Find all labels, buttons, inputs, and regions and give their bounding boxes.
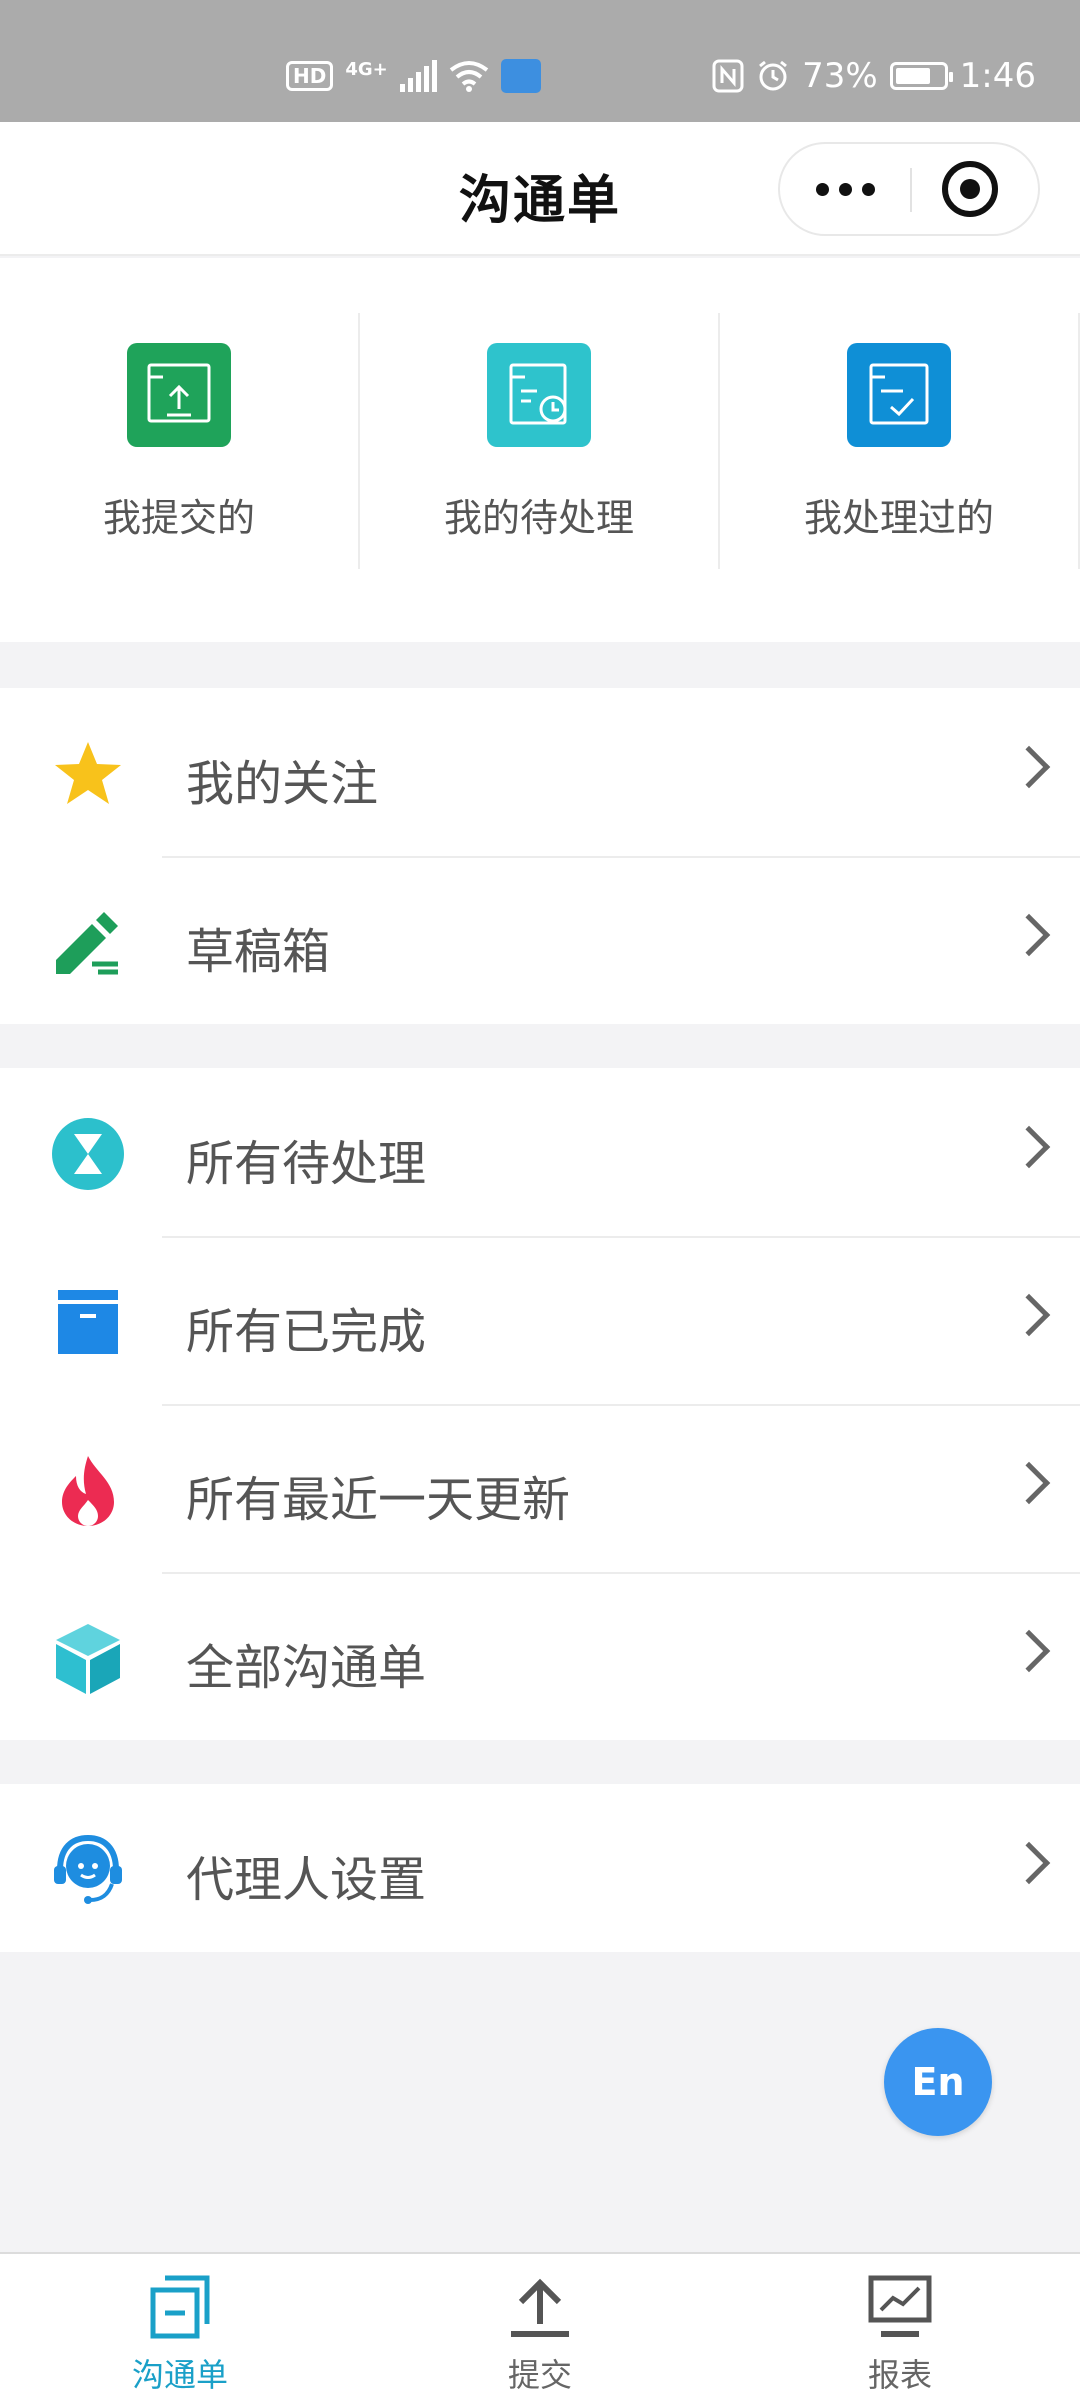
chevron-right-icon [1007, 745, 1051, 789]
nav-bar: 沟通单 [0, 122, 1080, 256]
menu-item-agent-settings[interactable]: 代理人设置 [0, 1784, 1080, 1952]
chevron-right-icon [1007, 1841, 1051, 1885]
nfc-icon [712, 59, 744, 93]
quick-action-submitted[interactable]: 我提交的 [0, 313, 358, 567]
archive-box-icon [48, 1282, 128, 1362]
menu-item-label: 所有待处理 [186, 1136, 427, 1192]
tab-label: 沟通单 [131, 2356, 228, 2394]
menu-group-all: 所有待处理 所有已完成 所有最近一天更新 全部沟通单 [0, 1068, 1080, 1740]
app-notification-icon [500, 59, 541, 93]
chevron-right-icon [1007, 913, 1051, 957]
menu-item-all-completed[interactable]: 所有已完成 [0, 1236, 1080, 1404]
submit-upload-icon [127, 343, 231, 447]
quick-action-pending[interactable]: 我的待处理 [360, 313, 718, 567]
report-chart-icon [868, 2275, 932, 2337]
more-options-button[interactable] [780, 144, 910, 234]
menu-item-label: 草稿箱 [186, 924, 331, 980]
upload-icon [511, 2278, 569, 2337]
cube-icon [48, 1618, 128, 1698]
status-right: 73% 1:46 [712, 56, 1036, 96]
flame-icon [48, 1450, 128, 1530]
menu-item-recent-updates[interactable]: 所有最近一天更新 [0, 1404, 1080, 1572]
more-dot [838, 182, 852, 196]
battery-level [895, 68, 930, 84]
headset-agent-icon [48, 1830, 128, 1910]
quick-actions: 我提交的 我的待处理 我处理过的 [0, 258, 1080, 642]
quick-action-label: 我提交的 [102, 496, 255, 540]
capsule-divider [910, 168, 912, 212]
status-left: HD 4G+ [286, 56, 541, 96]
tab-reports[interactable]: 报表 [720, 2254, 1080, 2400]
hd-icon: HD [286, 61, 334, 91]
quick-action-label: 我的待处理 [443, 496, 634, 540]
menu-item-all-pending[interactable]: 所有待处理 [0, 1068, 1080, 1236]
tab-label: 报表 [867, 2356, 932, 2394]
quick-action-processed[interactable]: 我处理过的 [720, 313, 1078, 567]
menu-item-label: 所有最近一天更新 [186, 1472, 571, 1528]
processed-check-icon [847, 343, 951, 447]
tickets-icon [150, 2275, 210, 2339]
tab-tickets[interactable]: 沟通单 [0, 2254, 360, 2400]
tab-submit[interactable]: 提交 [360, 2254, 720, 2400]
network-type: 4G+ [345, 58, 388, 80]
hourglass-icon [48, 1114, 128, 1194]
menu-group-personal: 我的关注 草稿箱 [0, 688, 1080, 1024]
clock-time: 1:46 [959, 56, 1036, 96]
menu-item-all-tickets[interactable]: 全部沟通单 [0, 1572, 1080, 1740]
alarm-icon [759, 60, 787, 91]
menu-item-label: 代理人设置 [186, 1852, 427, 1908]
menu-item-label: 我的关注 [186, 756, 379, 812]
menu-item-drafts[interactable]: 草稿箱 [0, 856, 1080, 1024]
language-switch-button[interactable]: En [884, 2028, 992, 2136]
wifi-icon [449, 61, 488, 92]
pencil-icon [48, 902, 128, 982]
battery-percent: 73% [802, 56, 878, 96]
chevron-right-icon [1007, 1125, 1051, 1169]
tab-label: 提交 [507, 2356, 572, 2394]
menu-item-my-follows[interactable]: 我的关注 [0, 688, 1080, 856]
signal-icon [399, 60, 437, 92]
close-miniprogram-button[interactable] [942, 161, 998, 217]
menu-group-settings: 代理人设置 [0, 1784, 1080, 1952]
menu-item-label: 所有已完成 [186, 1304, 427, 1360]
tab-bar: 沟通单 提交 报表 [0, 2252, 1080, 2400]
quick-action-label: 我处理过的 [803, 496, 994, 540]
more-dots-icon [815, 182, 829, 196]
menu-item-label: 全部沟通单 [186, 1640, 427, 1696]
chevron-right-icon [1007, 1461, 1051, 1505]
chevron-right-icon [1007, 1629, 1051, 1673]
more-dot [861, 182, 875, 196]
star-icon [48, 734, 128, 814]
battery-icon [889, 62, 953, 90]
status-bar: HD 4G+ 73% 1:46 [0, 0, 1080, 122]
pending-clock-icon [487, 343, 591, 447]
miniprogram-capsule [778, 142, 1040, 236]
chevron-right-icon [1007, 1293, 1051, 1337]
